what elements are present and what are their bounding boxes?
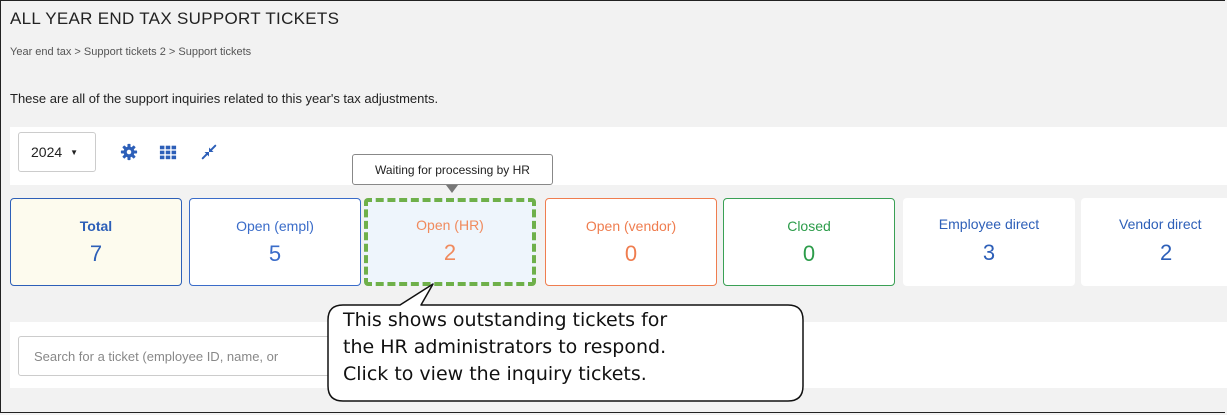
callout-line: This shows outstanding tickets for [343, 309, 668, 331]
callout-line: the HR administrators to respond. [343, 336, 667, 358]
callout-text: This shows outstanding tickets for the H… [343, 307, 803, 388]
callout-line: Click to view the inquiry tickets. [343, 363, 647, 385]
